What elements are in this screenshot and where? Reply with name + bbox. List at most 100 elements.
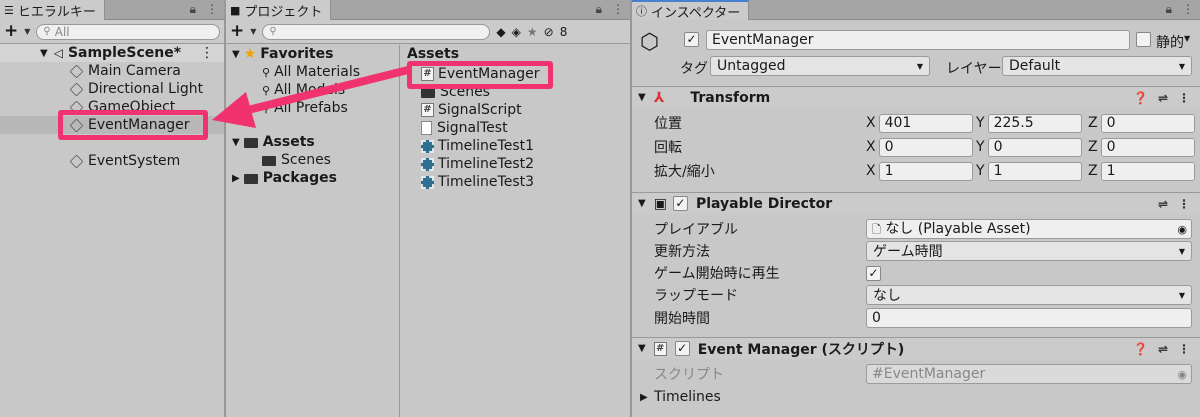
list-item[interactable]: Main Camera — [0, 62, 224, 80]
static-checkbox[interactable] — [1136, 32, 1151, 47]
menu-icon[interactable]: ⋮ — [1178, 342, 1190, 356]
list-item[interactable]: TimelineTest2 — [401, 155, 630, 173]
menu-icon[interactable]: ⋮ — [1182, 2, 1194, 17]
list-item[interactable]: SignalTest — [401, 119, 630, 137]
position-row: 位置 X 401 Y 225.5 Z0 — [632, 112, 1200, 134]
chevron-down-icon[interactable]: ▼ — [24, 27, 30, 36]
object-name-field[interactable]: EventManager — [706, 30, 1130, 50]
expand-icon[interactable]: ▶ — [232, 173, 240, 184]
folder-icon: ■ — [230, 3, 241, 17]
hidden-eye-icon[interactable]: ⊘ — [544, 25, 554, 39]
director-icon: ▣ — [653, 195, 667, 212]
list-item[interactable]: # SignalScript — [401, 101, 630, 119]
wrap-mode-row: ラップモード なし ▼ — [632, 284, 1200, 306]
add-button[interactable]: + — [4, 23, 18, 40]
help-icon[interactable]: ❓ — [1133, 91, 1148, 105]
filter-type-icon[interactable]: ◆ — [496, 25, 505, 39]
static-label: 静的 — [1156, 35, 1184, 51]
scale-row: 拡大/縮小 X1 Y1 Z1 — [632, 160, 1200, 182]
project-panel: ■ プロジェクト 🔒︎ ⋮ + ▼ ⚲ ◆ ◈ ★ ⊘ 8 ▼ ★ Favori… — [226, 0, 630, 417]
list-item[interactable]: ⚲ All Materials — [226, 63, 399, 81]
folder-open-icon — [243, 138, 258, 148]
preset-icon[interactable]: ⇌ — [1158, 342, 1168, 356]
list-item[interactable]: TimelineTest1 — [401, 137, 630, 155]
search-icon: ⚲ — [269, 26, 277, 37]
layer-dropdown[interactable]: Default ▼ — [1002, 56, 1192, 76]
expand-icon[interactable]: ▼ — [638, 92, 646, 103]
star-icon[interactable]: ★ — [527, 25, 538, 39]
list-item[interactable]: ⚲ All Models — [226, 81, 399, 99]
script-icon: # — [421, 103, 434, 117]
expand-icon[interactable]: ▼ — [638, 343, 646, 354]
position-z-field[interactable]: 0 — [1100, 113, 1195, 133]
scene-row[interactable]: ▼ ◁ SampleScene* ⋮ — [0, 44, 224, 62]
expand-icon[interactable]: ▼ — [232, 137, 240, 148]
lock-icon[interactable]: 🔒︎ — [1166, 2, 1172, 17]
preset-icon[interactable]: ⇌ — [1158, 197, 1168, 211]
list-item[interactable]: Scenes — [226, 151, 399, 169]
playable-director-header[interactable]: ▼ ▣ ✓ Playable Director ⇌ ⋮ — [632, 192, 1200, 214]
menu-icon[interactable]: ⋮ — [206, 2, 218, 17]
menu-icon[interactable]: ⋮ — [1178, 197, 1190, 211]
highlight-box — [407, 61, 553, 89]
active-checkbox[interactable]: ✓ — [684, 32, 699, 47]
expand-icon[interactable]: ▼ — [40, 48, 48, 59]
list-item[interactable]: EventSystem — [0, 152, 224, 170]
search-input[interactable]: ⚲ All — [36, 23, 220, 40]
search-icon: ⚲ — [262, 101, 271, 115]
rotation-x-field[interactable]: 0 — [878, 137, 973, 157]
tab-project[interactable]: ■ プロジェクト — [226, 0, 332, 20]
update-method-dropdown[interactable]: ゲーム時間 ▼ — [866, 241, 1192, 261]
expand-icon[interactable]: ▶ — [640, 392, 648, 403]
folder-icon — [262, 156, 276, 166]
tag-dropdown[interactable]: Untagged ▼ — [710, 56, 930, 76]
lock-icon[interactable]: 🔒︎ — [190, 2, 196, 17]
timelines-row[interactable]: ▶ Timelines — [632, 386, 1200, 408]
menu-icon[interactable]: ⋮ — [200, 45, 214, 61]
search-input[interactable]: ⚲ — [262, 23, 491, 40]
preset-icon[interactable]: ⇌ — [1158, 91, 1168, 105]
initial-time-field[interactable]: 0 — [866, 308, 1192, 328]
object-picker-icon[interactable]: ◉ — [1177, 223, 1187, 236]
label-icon[interactable]: ◈ — [512, 25, 521, 39]
assets-row[interactable]: ▼ Assets — [226, 133, 399, 151]
component-enabled-checkbox[interactable]: ✓ — [672, 196, 688, 211]
scale-x-field[interactable]: 1 — [878, 161, 973, 181]
position-x-field[interactable]: 401 — [878, 113, 973, 133]
list-item[interactable]: TimelineTest3 — [401, 173, 630, 191]
inspector-panel: ⓘ インスペクター 🔒︎ ⋮ ⬡ ✓ EventManager 静的 ▼ タグ … — [632, 0, 1200, 417]
favorites-row[interactable]: ▼ ★ Favorites — [226, 45, 399, 63]
hierarchy-panel: ☰ ヒエラルキー 🔒︎ ⋮ + ▼ ⚲ All ▼ ◁ SampleScene*… — [0, 0, 224, 417]
scale-y-field[interactable]: 1 — [987, 161, 1082, 181]
menu-icon[interactable]: ⋮ — [1178, 91, 1190, 105]
search-icon: ⚲ — [262, 65, 271, 79]
scale-z-field[interactable]: 1 — [1100, 161, 1195, 181]
menu-icon[interactable]: ⋮ — [612, 2, 624, 17]
component-enabled-checkbox[interactable]: ✓ — [674, 341, 690, 356]
lock-icon[interactable]: 🔒︎ — [596, 2, 602, 17]
assets-view: Assets # EventManager Scenes # SignalScrip… — [401, 45, 630, 417]
rotation-y-field[interactable]: 0 — [987, 137, 1082, 157]
event-manager-header[interactable]: ▼ # ✓ Event Manager (スクリプト) ❓ ⇌ ⋮ — [632, 337, 1200, 359]
expand-icon[interactable]: ▼ — [232, 49, 240, 60]
playable-asset-field[interactable]: 🗋︎ なし (Playable Asset) ◉ — [866, 219, 1192, 239]
wrap-mode-dropdown[interactable]: なし ▼ — [866, 285, 1192, 305]
rotation-z-field[interactable]: 0 — [1100, 137, 1195, 157]
tab-inspector[interactable]: ⓘ インスペクター — [632, 0, 750, 21]
search-icon: ⚲ — [262, 83, 271, 97]
tab-hierarchy[interactable]: ☰ ヒエラルキー — [0, 0, 105, 20]
list-item[interactable]: ⚲ All Prefabs — [226, 99, 399, 117]
expand-icon[interactable]: ▼ — [638, 198, 646, 209]
file-icon: 🗋︎ — [872, 223, 881, 236]
packages-row[interactable]: ▶ Packages — [226, 169, 399, 187]
project-tree: ▼ ★ Favorites ⚲ All Materials ⚲ All Models… — [226, 45, 400, 417]
add-button[interactable]: + — [230, 23, 244, 40]
chevron-down-icon[interactable]: ▼ — [1184, 34, 1190, 43]
play-on-awake-checkbox[interactable]: ✓ — [866, 265, 881, 281]
help-icon[interactable]: ❓ — [1133, 342, 1148, 356]
chevron-down-icon[interactable]: ▼ — [250, 27, 256, 36]
list-item[interactable]: Directional Light — [0, 80, 224, 98]
position-y-field[interactable]: 225.5 — [987, 113, 1082, 133]
transform-header[interactable]: ▼ ⅄ Transform ❓ ⇌ ⋮ — [632, 86, 1200, 108]
tag-label: タグ — [680, 61, 708, 77]
